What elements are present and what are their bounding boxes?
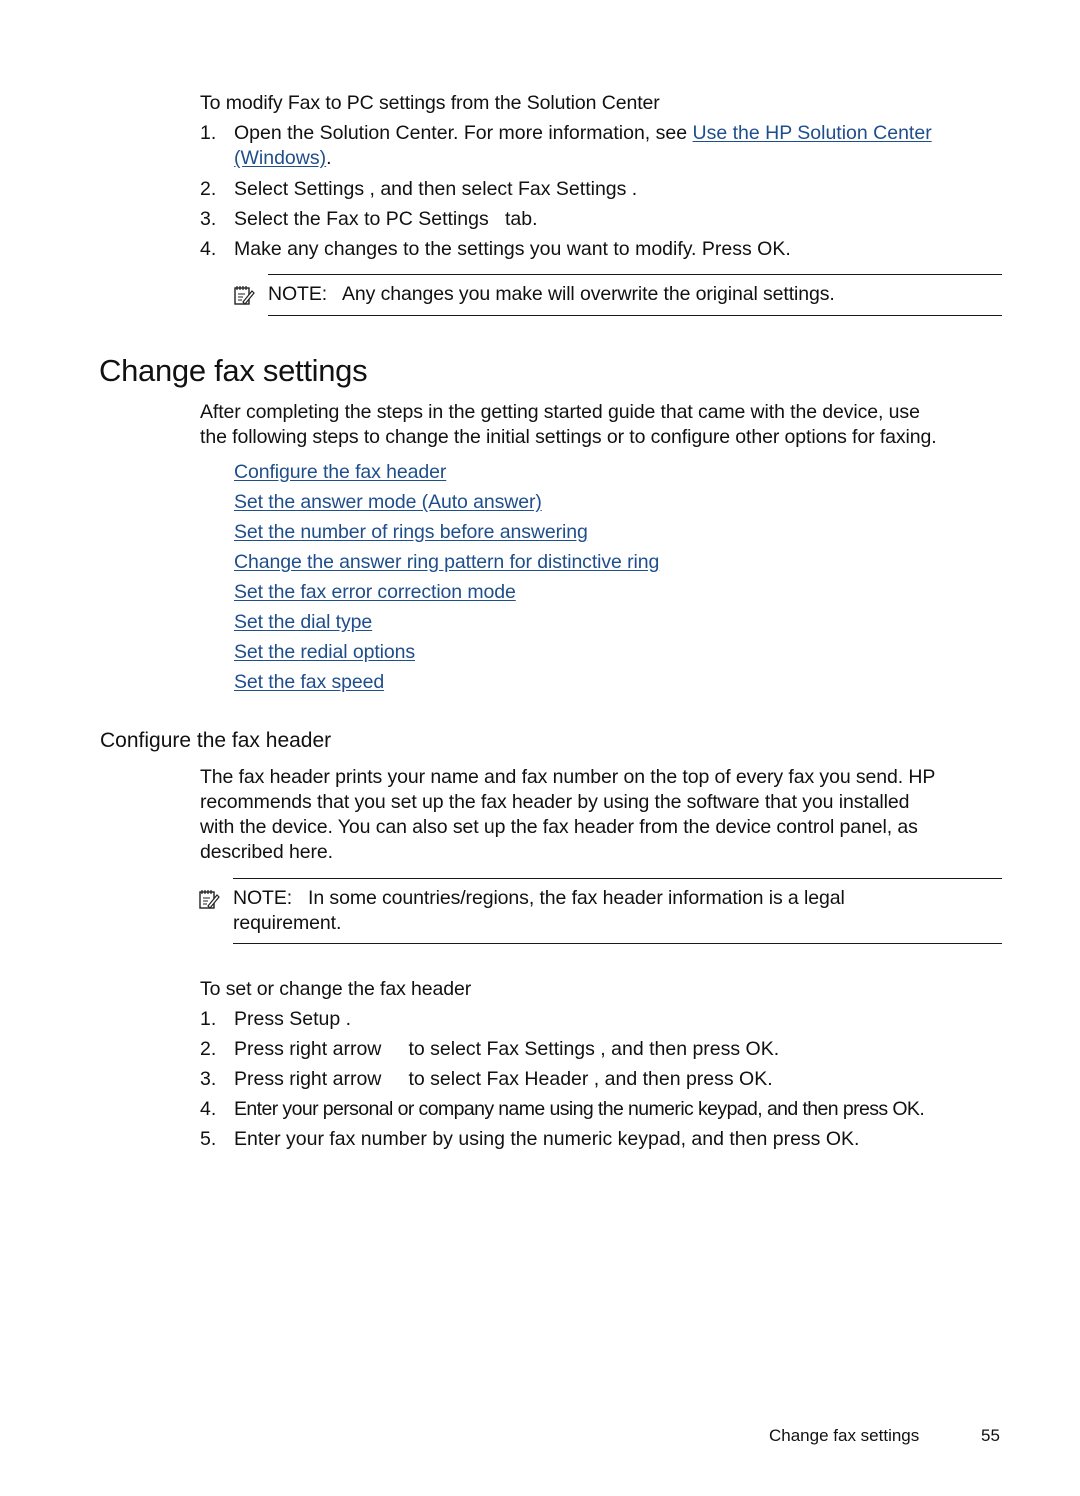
note-bottom-rule — [268, 315, 1002, 316]
step-number: 2. — [200, 1038, 217, 1060]
procedure-title: To set or change the fax header — [200, 978, 472, 1000]
paragraph-line: described here. — [200, 841, 333, 863]
list-item-text: Open the Solution Center. For more infor… — [234, 121, 932, 146]
note-icon — [199, 890, 220, 909]
intro-paragraph-line: After completing the steps in the gettin… — [200, 401, 920, 423]
step-text: Press right arrow to select Fax Header ,… — [234, 1068, 773, 1090]
note-icon — [234, 286, 255, 305]
paragraph-line: recommends that you set up the fax heade… — [200, 791, 910, 813]
note-top-rule — [268, 274, 1002, 275]
footer-section-title: Change fax settings — [769, 1426, 920, 1445]
note-text-continued: requirement. — [233, 912, 342, 934]
step-number: 3. — [200, 208, 217, 230]
list-item: 1. — [200, 121, 216, 146]
page-title: Change fax settings — [99, 353, 368, 388]
note-bottom-rule — [233, 943, 1002, 944]
step-text: Select the Fax to PC Settings tab. — [234, 208, 538, 230]
step-number: 1. — [200, 122, 217, 144]
step-text: Press right arrow to select Fax Settings… — [234, 1038, 780, 1060]
step-number: 4. — [200, 238, 217, 260]
link-dial-type[interactable]: Set the dial type — [234, 610, 372, 635]
step-text: Select Settings , and then select Fax Se… — [234, 178, 638, 200]
link-answer-mode[interactable]: Set the answer mode (Auto answer) — [234, 490, 542, 515]
procedure-title: To modify Fax to PC settings from the So… — [200, 92, 660, 114]
note-top-rule — [233, 878, 1002, 879]
step-number: 2. — [200, 178, 217, 200]
link-configure-fax-header[interactable]: Configure the fax header — [234, 460, 446, 485]
link-fax-speed[interactable]: Set the fax speed — [234, 670, 384, 695]
step-number: 4. — [200, 1098, 217, 1120]
step-number: 5. — [200, 1128, 217, 1150]
link-rings-before-answering[interactable]: Set the number of rings before answering — [234, 520, 588, 545]
step-text: Press Setup . — [234, 1008, 352, 1030]
step-text: Make any changes to the settings you wan… — [234, 238, 791, 260]
section-heading: Configure the fax header — [100, 729, 332, 752]
intro-paragraph-line: the following steps to change the initia… — [200, 426, 937, 448]
link-hp-solution-center[interactable]: Use the HP Solution Center — [693, 122, 932, 144]
step-number: 1. — [200, 1008, 217, 1030]
note-text: NOTE: Any changes you make will overwrit… — [268, 283, 835, 305]
step-text: Enter your personal or company name usin… — [234, 1098, 925, 1120]
page-number: 55 — [981, 1426, 1000, 1445]
step-text: Open the Solution Center. For more infor… — [234, 122, 693, 144]
link-distinctive-ring[interactable]: Change the answer ring pattern for disti… — [234, 550, 659, 575]
paragraph-line: The fax header prints your name and fax … — [200, 766, 936, 788]
step-text: Enter your fax number by using the numer… — [234, 1128, 860, 1150]
note-text: NOTE: In some countries/regions, the fax… — [233, 887, 845, 909]
step-number: 3. — [200, 1068, 217, 1090]
link-redial-options[interactable]: Set the redial options — [234, 640, 415, 665]
link-error-correction-mode[interactable]: Set the fax error correction mode — [234, 580, 516, 605]
link-hp-solution-center-windows[interactable]: (Windows) — [234, 147, 326, 169]
step-text: . — [326, 147, 332, 169]
list-item-text-continued: (Windows). — [234, 146, 332, 171]
paragraph-line: with the device. You can also set up the… — [200, 816, 918, 838]
